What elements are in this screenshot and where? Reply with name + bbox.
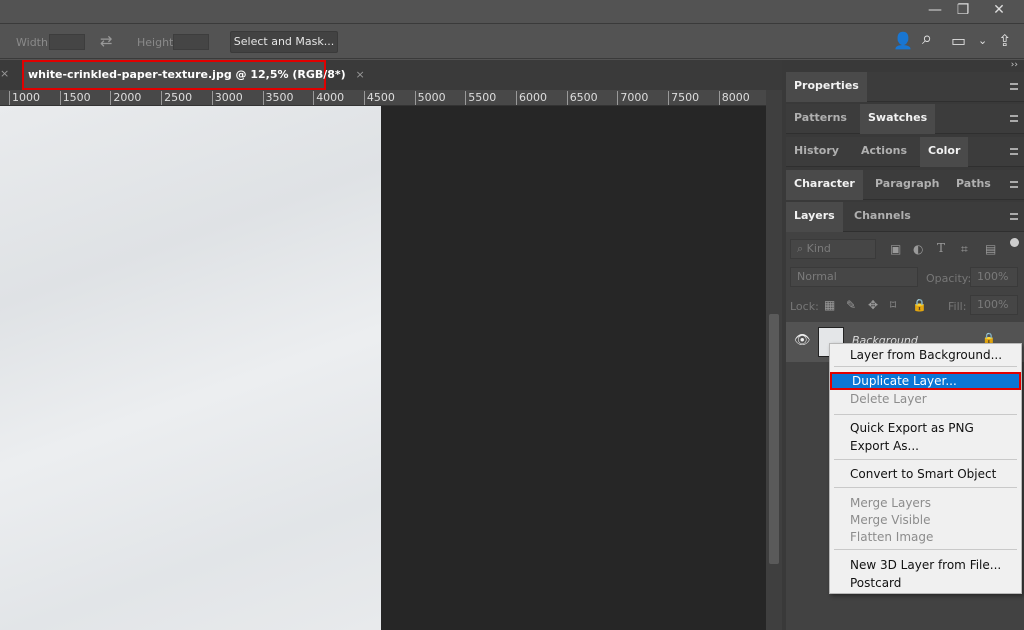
menu-item-export-as[interactable]: Export As... xyxy=(830,437,1021,455)
ruler-tick-label: 6500 xyxy=(566,91,598,105)
lock-all-icon[interactable]: 🔒 xyxy=(912,298,927,312)
workspace-icon[interactable]: ▭ xyxy=(951,31,966,50)
select-and-mask-button[interactable]: Select and Mask... xyxy=(230,31,338,53)
swap-icon[interactable]: ⇄ xyxy=(100,32,113,50)
lock-label: Lock: xyxy=(790,300,819,313)
ruler-tick-label: 7000 xyxy=(617,91,648,105)
panel-menu-icon[interactable] xyxy=(1010,213,1018,220)
vertical-scrollbar[interactable] xyxy=(766,90,782,630)
visibility-eye-icon[interactable]: 👁 xyxy=(794,333,811,348)
horizontal-ruler: 1000 1500 2000 2500 3000 3500 4000 4500 5000 5500… xyxy=(0,90,766,106)
ruler-tick-label: 3500 xyxy=(262,91,294,105)
lock-artboard-icon[interactable]: ⌑ xyxy=(890,298,896,312)
options-bar: Width: ⇄ Height: Select and Mask... 👤 ⌕ … xyxy=(0,25,1024,59)
document-tab-bar: × white-crinkled-paper-texture.jpg @ 12,… xyxy=(0,60,782,90)
filter-toggle[interactable] xyxy=(1010,238,1019,247)
close-tab-icon[interactable]: × xyxy=(356,68,365,81)
menu-item-merge-visible: Merge Visible xyxy=(850,513,931,527)
collapse-panels-icon[interactable]: ›› xyxy=(1011,60,1018,70)
panel-tab-swatches[interactable]: Swatches xyxy=(860,104,936,134)
panel-group: Properties xyxy=(786,72,1024,102)
canvas-image[interactable] xyxy=(0,106,381,630)
ruler-tick-label: 4500 xyxy=(363,91,395,105)
blend-mode-select[interactable]: Normal xyxy=(790,267,918,287)
panel-tab-color[interactable]: Color xyxy=(920,137,969,167)
panel-group: History Actions Color xyxy=(786,137,1024,167)
panel-menu-icon[interactable] xyxy=(1010,148,1018,155)
panel-tab-paths[interactable]: Paths xyxy=(948,170,999,200)
panel-group: Layers Channels xyxy=(786,202,1024,232)
filter-adjustment-icon[interactable]: ◐ xyxy=(913,242,923,256)
menu-item-layer-from-background[interactable]: Layer from Background... xyxy=(830,346,1021,364)
menu-item-new-3d-layer-from-file[interactable]: New 3D Layer from File... xyxy=(830,556,1021,574)
width-input[interactable] xyxy=(49,34,85,50)
menu-item-convert-to-smart-object[interactable]: Convert to Smart Object xyxy=(830,465,1021,483)
title-bar: — ❐ ✕ xyxy=(0,0,1024,24)
panel-menu-icon[interactable] xyxy=(1010,115,1018,122)
ruler-tick-label: 5000 xyxy=(414,91,446,105)
ruler-tick-label: 1000 xyxy=(9,91,40,105)
layer-filter-kind[interactable]: ⌕ Kind xyxy=(790,239,876,259)
layer-context-menu: Layer from Background... Duplicate Layer.… xyxy=(829,343,1022,594)
chevron-down-icon[interactable]: ⌄ xyxy=(978,34,987,47)
panel-tab-actions[interactable]: Actions xyxy=(853,137,915,167)
height-label: Height: xyxy=(137,36,178,49)
panel-menu-icon[interactable] xyxy=(1010,83,1018,90)
ruler-tick-label: 3000 xyxy=(211,91,243,105)
lock-image-icon[interactable]: ✎ xyxy=(846,298,856,312)
scrollbar-thumb[interactable] xyxy=(769,314,779,564)
opacity-label: Opacity: xyxy=(926,272,972,285)
fill-input[interactable]: 100% xyxy=(970,295,1018,315)
panel-tab-channels[interactable]: Channels xyxy=(846,202,919,232)
lock-transparent-icon[interactable]: ▦ xyxy=(824,298,835,312)
menu-separator xyxy=(834,549,1017,550)
account-icon[interactable]: 👤 xyxy=(893,31,913,50)
canvas-pasteboard[interactable] xyxy=(381,106,766,630)
menu-separator xyxy=(834,414,1017,415)
panel-tab-paragraph[interactable]: Paragraph xyxy=(867,170,947,200)
document-tab-title: white-crinkled-paper-texture.jpg @ 12,5%… xyxy=(28,68,346,81)
menu-item-quick-export-as-png[interactable]: Quick Export as PNG xyxy=(830,419,1021,437)
menu-separator xyxy=(834,366,1017,367)
panel-tab-properties[interactable]: Properties xyxy=(786,72,867,102)
menu-item-delete-layer: Delete Layer xyxy=(850,392,927,406)
ruler-tick-label: 7500 xyxy=(668,91,699,105)
panel-menu-icon[interactable] xyxy=(1010,181,1018,188)
panel-tab-layers[interactable]: Layers xyxy=(786,202,843,232)
filter-pixel-icon[interactable]: ▣ xyxy=(890,242,901,256)
filter-smart-object-icon[interactable]: ▤ xyxy=(985,242,996,256)
panel-group: Character Paragraph Paths xyxy=(786,170,1024,200)
menu-separator xyxy=(834,459,1017,460)
panel-tab-patterns[interactable]: Patterns xyxy=(786,104,855,134)
width-label: Width: xyxy=(16,36,52,49)
ruler-tick-label: 1500 xyxy=(59,91,91,105)
ruler-tick-label: 8000 xyxy=(718,91,750,105)
menu-item-duplicate-layer[interactable]: Duplicate Layer... xyxy=(830,372,1021,390)
menu-separator xyxy=(834,487,1017,488)
ruler-tick-label: 5500 xyxy=(465,91,496,105)
menu-item-postcard[interactable]: Postcard xyxy=(830,574,1021,592)
restore-button[interactable]: ❐ xyxy=(946,0,980,22)
panel-tab-character[interactable]: Character xyxy=(786,170,863,200)
filter-type-icon[interactable]: T xyxy=(937,241,945,255)
height-input[interactable] xyxy=(173,34,209,50)
panel-group: Patterns Swatches xyxy=(786,104,1024,134)
menu-item-flatten-image: Flatten Image xyxy=(850,530,934,544)
lock-position-icon[interactable]: ✥ xyxy=(868,298,878,312)
ruler-tick-label: 6000 xyxy=(516,91,547,105)
ruler-tick-label: 2000 xyxy=(110,91,141,105)
filter-shape-icon[interactable]: ⌗ xyxy=(961,242,968,257)
search-icon[interactable]: ⌕ xyxy=(922,28,932,49)
document-tab[interactable]: white-crinkled-paper-texture.jpg @ 12,5%… xyxy=(22,60,365,90)
share-icon[interactable]: ⇪ xyxy=(998,31,1011,50)
fill-label: Fill: xyxy=(948,300,967,313)
close-window-button[interactable]: ✕ xyxy=(982,0,1016,22)
ruler-tick-label: 2500 xyxy=(161,91,192,105)
kind-label: Kind xyxy=(806,242,831,255)
panel-tab-history[interactable]: History xyxy=(786,137,847,167)
opacity-input[interactable]: 100% xyxy=(970,267,1018,287)
prev-tab-close-icon[interactable]: × xyxy=(0,67,9,80)
menu-item-merge-layers: Merge Layers xyxy=(850,496,931,510)
ruler-tick-label: 4000 xyxy=(313,91,344,105)
